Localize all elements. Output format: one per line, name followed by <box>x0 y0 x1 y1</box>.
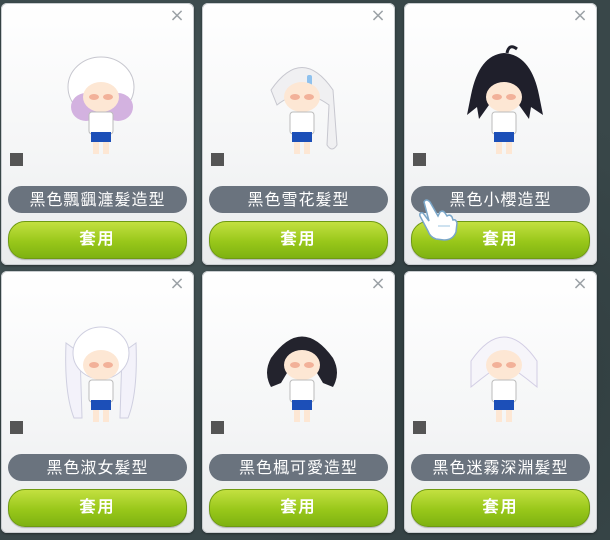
character-preview <box>467 45 543 154</box>
close-icon[interactable]: × <box>169 275 185 293</box>
close-icon[interactable]: × <box>169 7 185 25</box>
character-preview <box>267 336 337 422</box>
hair-card-5: × 黑色楓可愛造型 套用 <box>202 271 395 533</box>
hand-pointer-icon <box>419 199 458 241</box>
character-preview <box>470 336 538 422</box>
apply-button[interactable]: 套用 <box>411 489 590 527</box>
character-preview <box>270 67 338 154</box>
apply-button[interactable]: 套用 <box>209 489 388 527</box>
character-preview <box>65 326 137 422</box>
hair-card-1: × 黑色飄颻瀍髮造型 套用 <box>1 3 194 265</box>
hair-card-6: × 黑色迷霧深淵髮型 套用 <box>404 271 597 533</box>
square-marker-icon <box>10 421 23 434</box>
square-marker-icon <box>211 421 224 434</box>
hair-style-name: 黑色淑女髮型 <box>8 454 187 481</box>
apply-button[interactable]: 套用 <box>209 221 388 259</box>
close-icon[interactable]: × <box>370 7 386 25</box>
square-marker-icon <box>413 153 426 166</box>
hair-style-name: 黑色飄颻瀍髮造型 <box>8 186 187 213</box>
hair-card-4: × 黑色淑女髮型 套用 <box>1 271 194 533</box>
hair-style-name: 黑色迷霧深淵髮型 <box>411 454 590 481</box>
square-marker-icon <box>413 421 426 434</box>
apply-button[interactable]: 套用 <box>8 489 187 527</box>
close-icon[interactable]: × <box>572 275 588 293</box>
hair-style-name: 黑色楓可愛造型 <box>209 454 388 481</box>
square-marker-icon <box>211 153 224 166</box>
character-preview <box>67 56 135 154</box>
close-icon[interactable]: × <box>572 7 588 25</box>
hair-card-2: × 黑色雪花髮型 套用 <box>202 3 395 265</box>
hair-style-name: 黑色雪花髮型 <box>209 186 388 213</box>
apply-button[interactable]: 套用 <box>8 221 187 259</box>
square-marker-icon <box>10 153 23 166</box>
close-icon[interactable]: × <box>370 275 386 293</box>
